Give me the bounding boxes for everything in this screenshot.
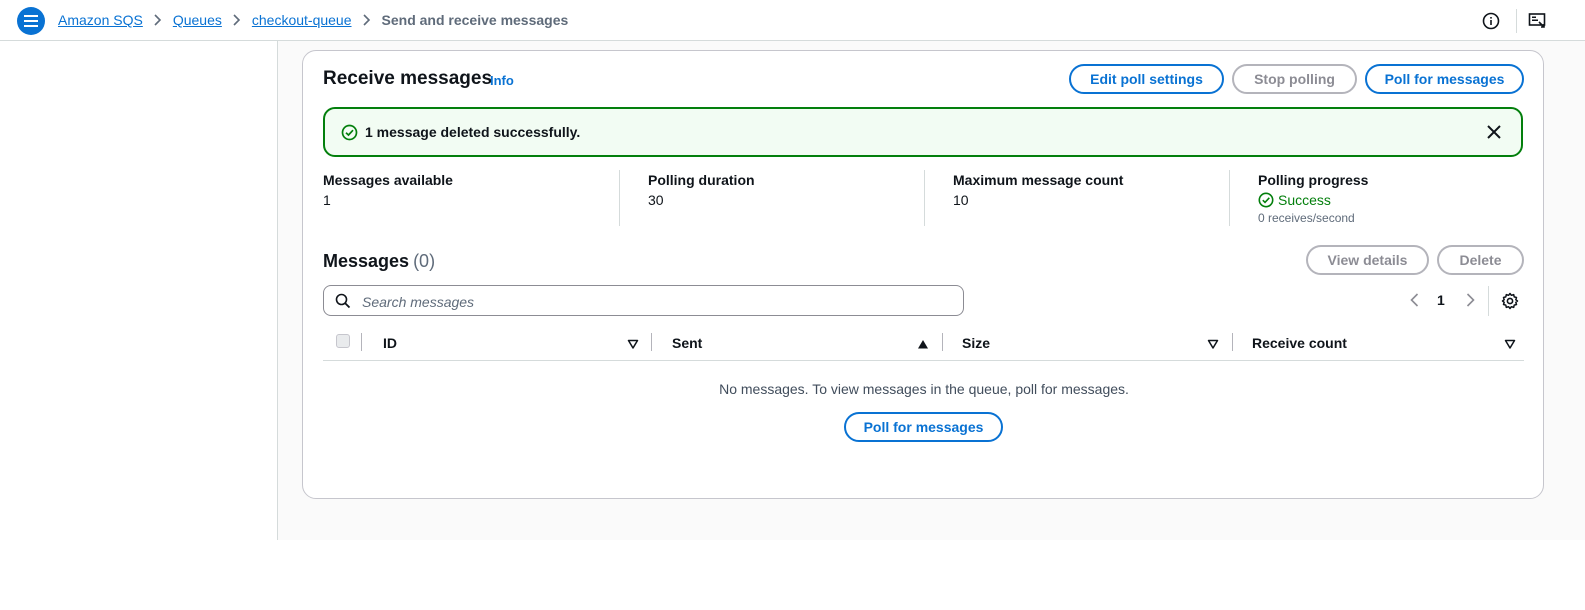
column-header-sent[interactable]: Sent [672, 335, 702, 351]
check-circle-icon [1258, 192, 1274, 208]
poll-for-messages-button[interactable]: Poll for messages [1365, 64, 1524, 94]
page-number[interactable]: 1 [1437, 292, 1445, 308]
close-icon[interactable] [1485, 123, 1503, 141]
column-header-receive-count[interactable]: Receive count [1252, 335, 1347, 351]
stat-value: 30 [648, 192, 664, 208]
sort-down-icon[interactable] [627, 337, 639, 349]
gear-icon[interactable] [1501, 292, 1519, 310]
stop-polling-button[interactable]: Stop polling [1232, 64, 1357, 94]
sort-down-icon[interactable] [1504, 337, 1516, 349]
messages-title: Messages [323, 251, 410, 271]
search-icon [335, 293, 351, 309]
card-title: Receive messages [323, 68, 493, 89]
sort-down-icon[interactable] [1207, 337, 1219, 349]
column-divider [1232, 333, 1233, 351]
select-all-checkbox[interactable] [336, 334, 350, 348]
info-link[interactable]: Info [490, 73, 514, 88]
stat-messages-available: Messages available 1 [323, 172, 453, 228]
delete-button[interactable]: Delete [1437, 245, 1524, 275]
chevron-left-icon[interactable] [1407, 292, 1423, 308]
sort-up-icon[interactable] [917, 337, 929, 349]
menu-icon[interactable] [17, 7, 45, 35]
stat-maximum-message-count: Maximum message count 10 [953, 172, 1123, 228]
status-badge: Success [1258, 192, 1368, 208]
messages-count: (0) [413, 251, 436, 271]
column-header-id[interactable]: ID [383, 335, 397, 351]
stat-label: Maximum message count [953, 172, 1124, 188]
table-header: ID Sent Size Receive count [323, 327, 1524, 361]
breadcrumb-link-checkout-queue[interactable]: checkout-queue [252, 12, 352, 28]
chevron-right-icon[interactable] [1462, 292, 1478, 308]
divider [1516, 9, 1517, 33]
stat-polling-duration: Polling duration 30 [648, 172, 755, 228]
chevron-right-icon [362, 14, 371, 26]
info-circle-icon[interactable] [1481, 11, 1501, 31]
column-divider [942, 333, 943, 351]
divider [1488, 286, 1489, 316]
stat-label: Polling duration [648, 172, 755, 188]
breadcrumb-link-amazon-sqs[interactable]: Amazon SQS [58, 12, 143, 28]
receive-messages-card: Receive messages Info Edit poll settings… [302, 50, 1544, 499]
stat-value: 10 [953, 192, 969, 208]
empty-state-message: No messages. To view messages in the que… [719, 381, 1129, 397]
column-divider [651, 333, 652, 351]
status-text: Success [1278, 192, 1331, 208]
chevron-right-icon [154, 14, 162, 26]
stat-label: Messages available [323, 172, 453, 188]
edit-poll-settings-button[interactable]: Edit poll settings [1069, 64, 1224, 94]
stat-value: 1 [323, 192, 331, 208]
breadcrumb: Amazon SQS Queues checkout-queue Send an… [58, 12, 568, 28]
column-header-size[interactable]: Size [962, 335, 990, 351]
chevron-right-icon [233, 14, 241, 26]
breadcrumb-current-page: Send and receive messages [381, 12, 569, 28]
search-box [323, 285, 964, 316]
divider [1229, 170, 1230, 226]
alert-message: 1 message deleted successfully. [365, 124, 581, 140]
success-alert: 1 message deleted successfully. [323, 107, 1523, 157]
column-divider [361, 333, 362, 351]
receive-rate: 0 receives/second [1258, 211, 1355, 225]
stat-label: Polling progress [1258, 172, 1369, 188]
stat-polling-progress: Polling progress Success 0 receives/seco… [1258, 172, 1368, 228]
divider [924, 170, 925, 226]
search-input[interactable] [360, 290, 954, 313]
breadcrumb-link-queues[interactable]: Queues [173, 12, 222, 28]
messages-heading: Messages (0) [323, 251, 435, 272]
divider [619, 170, 620, 226]
side-navigation-panel [0, 41, 278, 540]
empty-state-poll-button[interactable]: Poll for messages [844, 412, 1003, 442]
tools-panel-icon[interactable] [1527, 11, 1547, 31]
view-details-button[interactable]: View details [1306, 245, 1429, 275]
top-navigation-bar: Amazon SQS Queues checkout-queue Send an… [0, 0, 1585, 41]
check-circle-icon [341, 124, 358, 141]
